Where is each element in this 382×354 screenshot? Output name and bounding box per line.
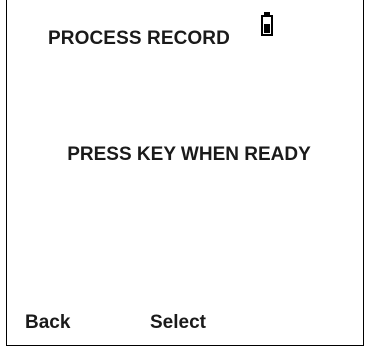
press-key-prompt: PRESS KEY WHEN READY	[67, 144, 311, 165]
device-screen: PROCESS RECORD PRESS KEY WHEN READY Back…	[6, 0, 364, 346]
battery-level-fill	[264, 24, 270, 33]
select-softkey[interactable]: Select	[150, 312, 206, 334]
back-softkey[interactable]: Back	[25, 312, 70, 334]
battery-body	[261, 15, 273, 36]
battery-icon	[261, 12, 273, 36]
screen-title: PROCESS RECORD	[48, 28, 230, 49]
